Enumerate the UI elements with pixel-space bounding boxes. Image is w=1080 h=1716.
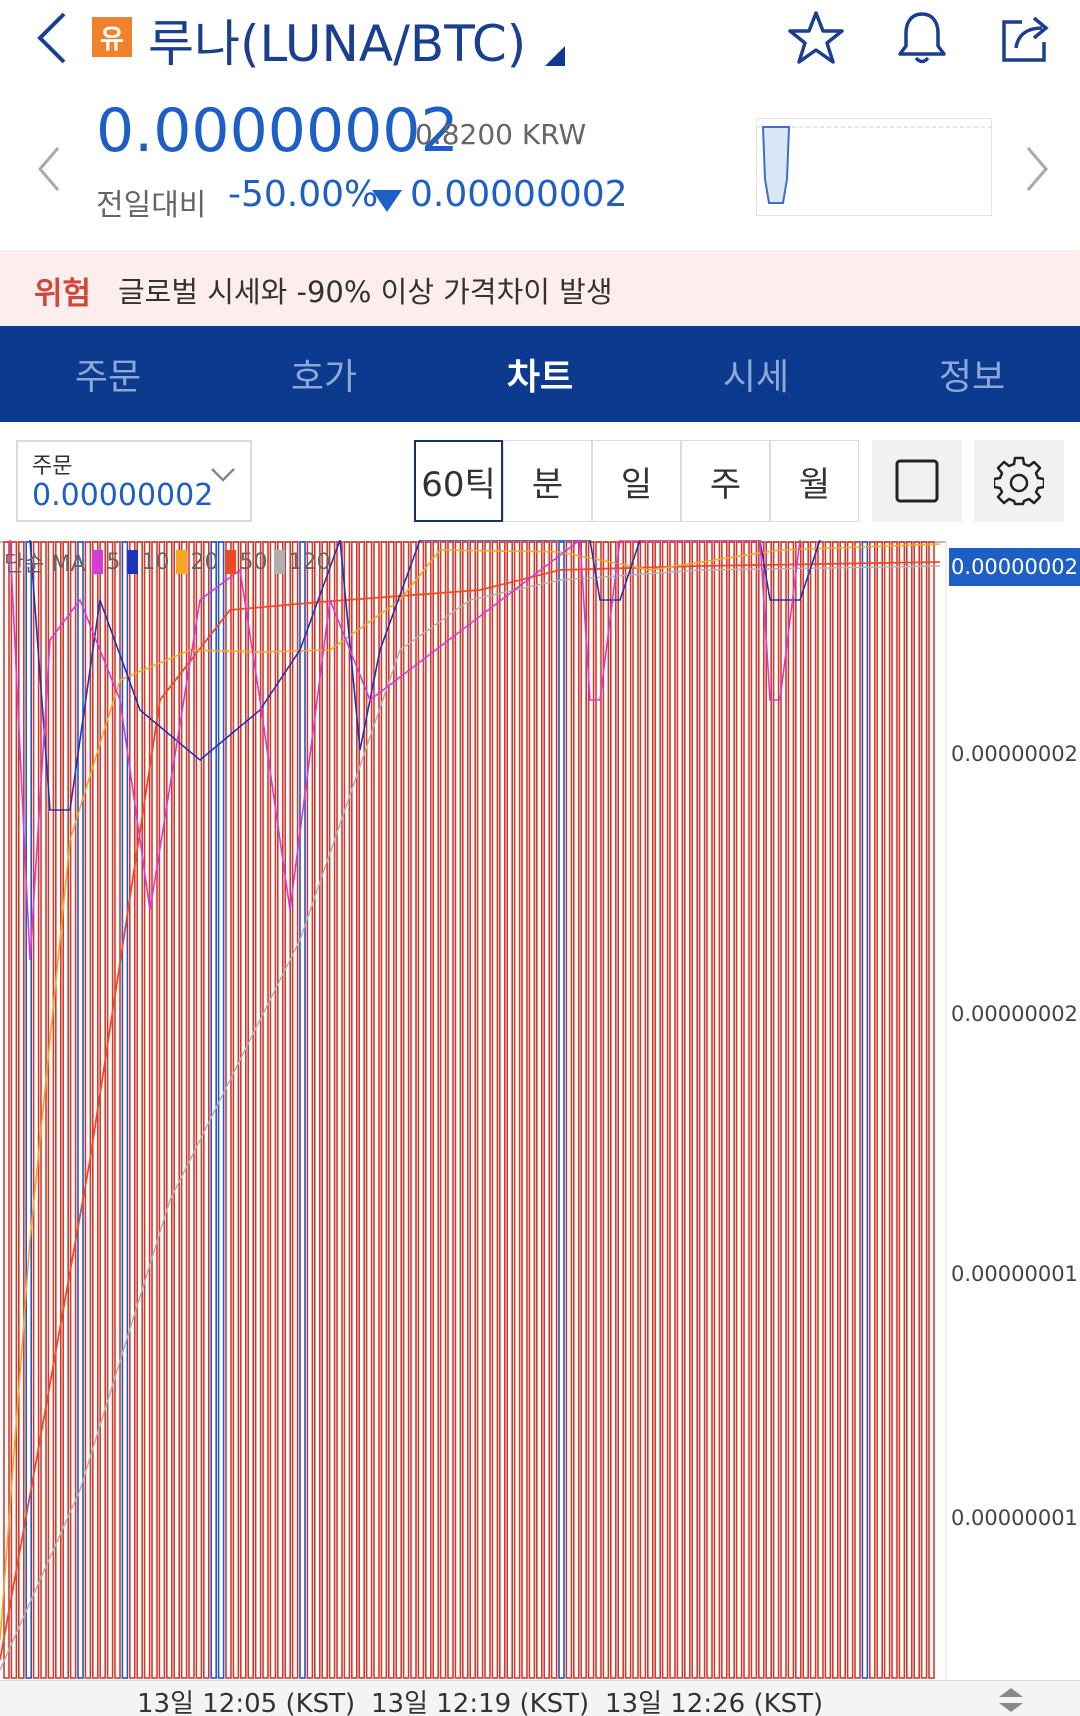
down-triangle-icon xyxy=(372,190,402,212)
risk-tag: 위험 xyxy=(34,276,92,312)
order-price-select[interactable]: 주문 0.00000002 xyxy=(16,440,252,522)
time-axis[interactable]: 13일 12:05 (KST) 13일 12:19 (KST) 13일 12:2… xyxy=(0,1680,1080,1716)
mini-chart[interactable] xyxy=(756,118,993,216)
interval-60tick[interactable]: 60틱 xyxy=(414,440,503,522)
back-arrow-icon[interactable] xyxy=(30,8,78,68)
ma20-swatch xyxy=(175,550,187,574)
order-label: 주문 xyxy=(32,454,73,479)
price-summary: 0.00000002 0.8200 KRW 전일대비 -50.00% 0.000… xyxy=(0,96,1080,250)
tab-order[interactable]: 주문 xyxy=(0,326,216,422)
ma-legend[interactable]: 단순 MA 5 10 20 50 120 xyxy=(4,546,331,578)
order-value: 0.00000002 xyxy=(32,478,214,513)
y-axis-label: 0.00000002 xyxy=(951,1002,1078,1026)
ma120-label: 120 xyxy=(288,549,331,575)
tab-quotes[interactable]: 시세 xyxy=(648,326,864,422)
resize-handle-icon[interactable] xyxy=(996,1687,1026,1713)
ma10-swatch xyxy=(126,550,138,574)
time-label: 13일 12:26 (KST) xyxy=(605,1689,824,1716)
y-axis-label: 0.00000001 xyxy=(951,1506,1078,1530)
warning-badge: 유 xyxy=(92,17,132,57)
current-price: 0.00000002 xyxy=(96,96,459,166)
y-axis-label: 0.00000001 xyxy=(951,1262,1078,1286)
current-price-tag: 0.00000002 xyxy=(949,548,1080,586)
main-tabs: 주문 호가 차트 시세 정보 xyxy=(0,326,1080,422)
next-coin-icon[interactable] xyxy=(1022,144,1052,194)
tab-chart[interactable]: 차트 xyxy=(432,326,648,422)
interval-minute[interactable]: 분 xyxy=(503,440,592,522)
ma50-swatch xyxy=(224,550,236,574)
time-label: 13일 12:05 (KST) xyxy=(137,1689,356,1716)
chart-settings-button[interactable] xyxy=(974,440,1064,522)
tab-orderbook[interactable]: 호가 xyxy=(216,326,432,422)
coin-title[interactable]: 루나(LUNA/BTC) xyxy=(148,4,526,76)
ma5-label: 5 xyxy=(106,549,121,575)
ma10-label: 10 xyxy=(141,549,170,575)
change-label: 전일대비 xyxy=(96,188,207,223)
ma20-label: 20 xyxy=(190,549,219,575)
price-krw: 0.8200 KRW xyxy=(415,118,587,151)
interval-day[interactable]: 일 xyxy=(592,440,681,522)
ma-legend-prefix: 단순 MA xyxy=(4,552,86,577)
interval-month[interactable]: 월 xyxy=(770,440,859,522)
title-dropdown-icon[interactable] xyxy=(545,46,565,66)
interval-selector: 60틱 분 일 주 월 xyxy=(414,440,859,522)
risk-message: 글로벌 시세와 -90% 이상 가격차이 발생 xyxy=(118,275,613,309)
ma50-label: 50 xyxy=(239,549,268,575)
bell-icon[interactable] xyxy=(892,8,952,68)
gear-icon xyxy=(994,456,1044,506)
header: 유 루나(LUNA/BTC) xyxy=(0,0,1080,96)
share-icon[interactable] xyxy=(996,8,1056,68)
star-icon[interactable] xyxy=(786,8,846,68)
fullscreen-button[interactable] xyxy=(872,440,962,522)
ma120-swatch xyxy=(273,550,285,574)
change-amount: 0.00000002 xyxy=(410,174,628,215)
chevron-down-icon xyxy=(211,468,235,482)
risk-warning-banner: 위험 글로벌 시세와 -90% 이상 가격차이 발생 xyxy=(0,250,1080,326)
chart-toolbar: 주문 0.00000002 60틱 분 일 주 월 xyxy=(0,422,1080,536)
prev-coin-icon[interactable] xyxy=(34,144,64,194)
tab-info[interactable]: 정보 xyxy=(864,326,1080,422)
y-axis-label: 0.00000002 xyxy=(951,742,1078,766)
chart-canvas[interactable] xyxy=(0,540,1080,1680)
time-label: 13일 12:19 (KST) xyxy=(371,1689,590,1716)
ma5-swatch xyxy=(91,550,103,574)
square-icon xyxy=(895,459,939,503)
price-chart[interactable]: 단순 MA 5 10 20 50 120 0.00000002 0.000000… xyxy=(0,540,1080,1680)
change-percent: -50.00% xyxy=(228,174,379,215)
interval-week[interactable]: 주 xyxy=(681,440,770,522)
